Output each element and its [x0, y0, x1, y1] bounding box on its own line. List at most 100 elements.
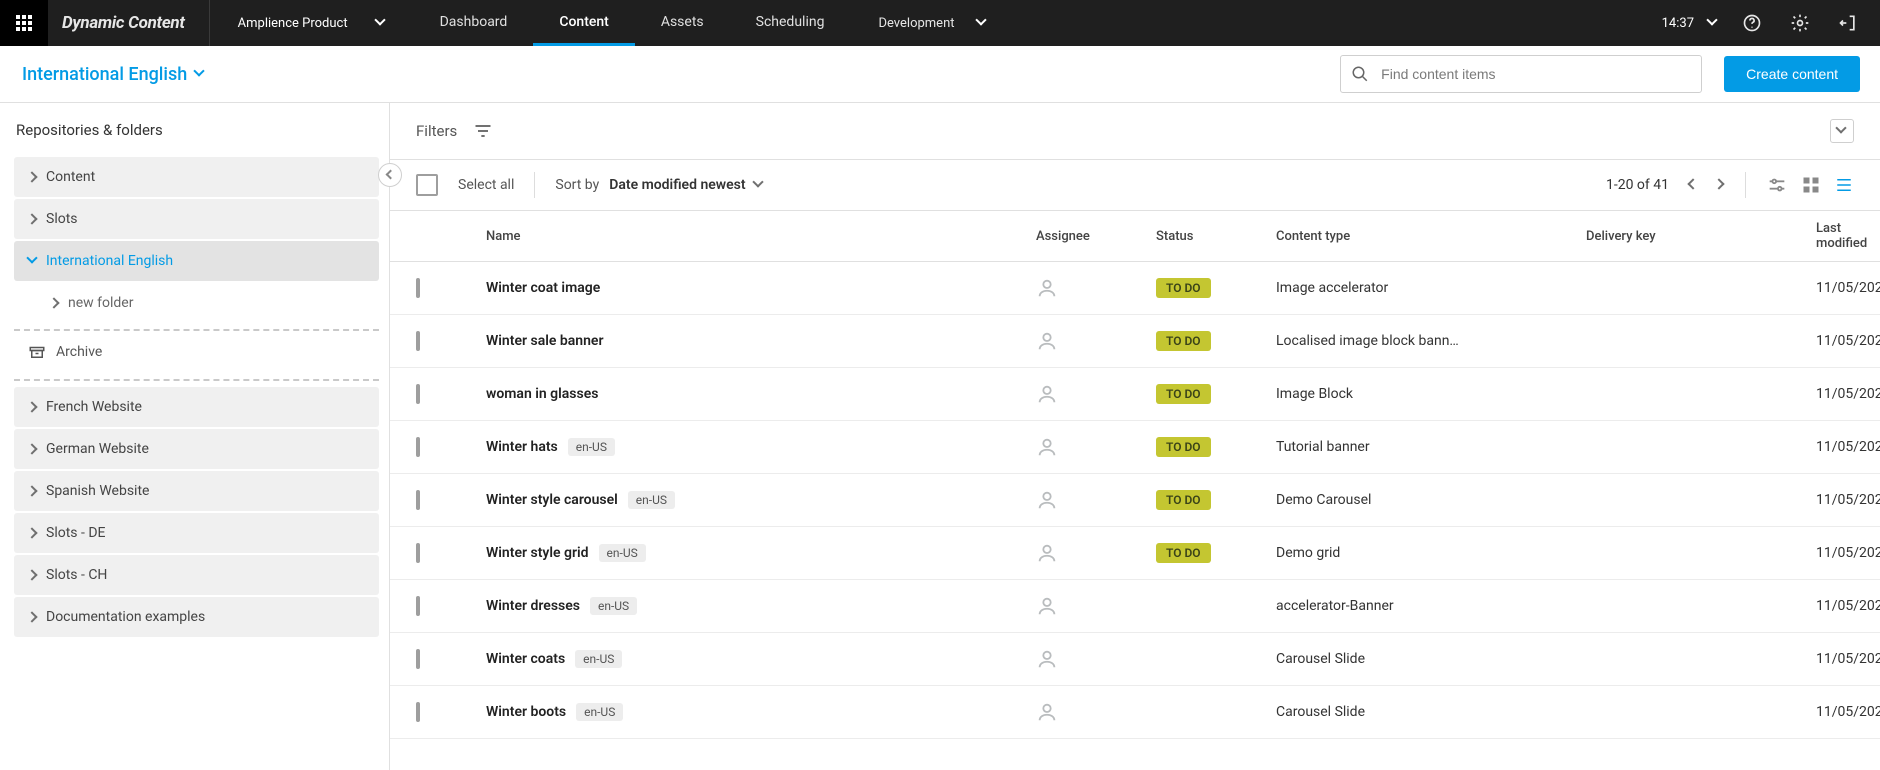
- sidebar-item[interactable]: French Website: [14, 387, 379, 427]
- assignee-icon[interactable]: [1036, 595, 1156, 617]
- row-checkbox[interactable]: [416, 331, 420, 351]
- view-settings-button[interactable]: [1766, 174, 1788, 196]
- settings-button[interactable]: [1786, 9, 1814, 37]
- table-row[interactable]: Winter bootsen-US Carousel Slide 11/05/202…: [390, 686, 1880, 739]
- sidebar-item[interactable]: International English: [14, 241, 379, 281]
- product-label: Amplience Product: [238, 16, 348, 31]
- table-row[interactable]: Winter sale bannerTO DOLocalised image b…: [390, 315, 1880, 368]
- filters-left: Filters: [416, 121, 493, 141]
- app-grid-icon: [16, 15, 32, 31]
- nav-dashboard[interactable]: Dashboard: [414, 0, 534, 46]
- table-row[interactable]: Winter style carouselen-USTO DODemo Caro…: [390, 474, 1880, 527]
- assignee-icon[interactable]: [1036, 436, 1156, 458]
- nav-development[interactable]: Development: [850, 0, 1014, 46]
- app-switcher-button[interactable]: [0, 0, 48, 46]
- user-icon: [1036, 648, 1058, 670]
- locale-tag: en-US: [590, 597, 637, 615]
- locale-label: International English: [22, 64, 187, 85]
- content-type: Carousel Slide: [1276, 704, 1586, 720]
- user-icon: [1036, 383, 1058, 405]
- sidebar-item-label: International English: [46, 253, 173, 269]
- sidebar-item[interactable]: Content: [14, 157, 379, 197]
- sidebar-item[interactable]: Documentation examples: [14, 597, 379, 637]
- sidebar: Repositories & folders ContentSlotsInter…: [0, 103, 390, 770]
- th-delivery-key[interactable]: Delivery key: [1586, 229, 1816, 244]
- last-modified: 11/05/2023: [1816, 545, 1880, 561]
- prev-page-button[interactable]: [1687, 177, 1697, 193]
- sidebar-item[interactable]: Slots - DE: [14, 513, 379, 553]
- assignee-icon[interactable]: [1036, 701, 1156, 723]
- row-checkbox[interactable]: [416, 649, 420, 669]
- last-modified: 11/05/2023: [1816, 704, 1880, 720]
- sidebar-item[interactable]: Slots: [14, 199, 379, 239]
- time-dropdown[interactable]: 14:37: [1662, 16, 1718, 31]
- content-type: accelerator-Banner: [1276, 598, 1586, 614]
- subheader-right: Create content: [1340, 55, 1860, 93]
- chevron-down-icon: [1708, 18, 1718, 28]
- last-modified: 11/05/2023: [1816, 439, 1880, 455]
- th-last-modified[interactable]: Last modified: [1816, 221, 1867, 251]
- table-row[interactable]: Winter coatsen-USCarousel Slide11/05/202…: [390, 633, 1880, 686]
- help-button[interactable]: [1738, 9, 1766, 37]
- nav-assets[interactable]: Assets: [635, 0, 730, 46]
- search-box[interactable]: [1340, 55, 1702, 93]
- next-page-button[interactable]: [1715, 177, 1725, 193]
- assignee-icon[interactable]: [1036, 648, 1156, 670]
- sidebar-item-label: Spanish Website: [46, 483, 149, 499]
- sidebar-item[interactable]: Slots - CH: [14, 555, 379, 595]
- archive-row[interactable]: Archive: [14, 337, 379, 373]
- search-input[interactable]: [1379, 65, 1691, 83]
- locale-tag: en-US: [576, 703, 623, 721]
- chevron-down-icon: [754, 180, 764, 190]
- name-cell: Winter bootsen-US: [486, 703, 1036, 721]
- select-all-checkbox[interactable]: [416, 174, 438, 196]
- table-row[interactable]: Winter coat imageTO DOImage accelerator1…: [390, 262, 1880, 315]
- assignee-icon[interactable]: [1036, 330, 1156, 352]
- row-checkbox[interactable]: [416, 384, 420, 404]
- product-dropdown[interactable]: Amplience Product: [210, 0, 414, 46]
- create-content-button[interactable]: Create content: [1724, 56, 1860, 92]
- nav-content[interactable]: Content: [533, 0, 635, 46]
- row-checkbox[interactable]: [416, 702, 420, 722]
- nav-development-label: Development: [878, 16, 954, 31]
- row-checkbox[interactable]: [416, 490, 420, 510]
- th-name[interactable]: Name: [486, 229, 1036, 244]
- locale-dropdown[interactable]: International English: [22, 64, 205, 85]
- sidebar-item[interactable]: Spanish Website: [14, 471, 379, 511]
- nav-scheduling[interactable]: Scheduling: [730, 0, 851, 46]
- filters-row: Filters: [390, 103, 1880, 160]
- row-checkbox[interactable]: [416, 437, 420, 457]
- content-type: Demo grid: [1276, 545, 1586, 561]
- th-assignee[interactable]: Assignee: [1036, 229, 1156, 244]
- row-checkbox[interactable]: [416, 543, 420, 563]
- more-options-button[interactable]: [1830, 119, 1854, 143]
- sort-dropdown[interactable]: Date modified newest: [609, 177, 763, 193]
- table-row[interactable]: Winter dressesen-USaccelerator-Banner11/…: [390, 580, 1880, 633]
- table-row[interactable]: woman in glassesTO DOImage Block11/05/20…: [390, 368, 1880, 421]
- sidebar-item[interactable]: German Website: [14, 429, 379, 469]
- assignee-icon[interactable]: [1036, 277, 1156, 299]
- grid-view-button[interactable]: [1802, 176, 1820, 194]
- assignee-icon[interactable]: [1036, 542, 1156, 564]
- list-icon: [1834, 176, 1854, 194]
- filters-button[interactable]: [473, 121, 493, 141]
- page-info: 1-20 of 41: [1606, 177, 1669, 193]
- archive-icon: [28, 343, 46, 361]
- assignee-icon[interactable]: [1036, 383, 1156, 405]
- row-checkbox[interactable]: [416, 596, 420, 616]
- row-checkbox[interactable]: [416, 278, 420, 298]
- table-row[interactable]: Winter style griden-USTO DODemo grid11/0…: [390, 527, 1880, 580]
- sidebar-item[interactable]: new folder: [14, 283, 379, 323]
- table-row[interactable]: Winter hatsen-USTO DOTutorial banner11/0…: [390, 421, 1880, 474]
- subheader: International English Create content: [0, 46, 1880, 103]
- assignee-icon[interactable]: [1036, 489, 1156, 511]
- logout-button[interactable]: [1834, 9, 1862, 37]
- dashed-separator: [14, 329, 379, 331]
- th-status[interactable]: Status: [1156, 229, 1276, 244]
- th-content-type[interactable]: Content type: [1276, 229, 1586, 244]
- chevron-right-icon: [28, 444, 38, 454]
- list-view-button[interactable]: [1834, 176, 1854, 194]
- sidebar-collapse-button[interactable]: [378, 163, 402, 187]
- status-badge: TO DO: [1156, 543, 1211, 563]
- sidebar-item-label: Slots - DE: [46, 525, 105, 541]
